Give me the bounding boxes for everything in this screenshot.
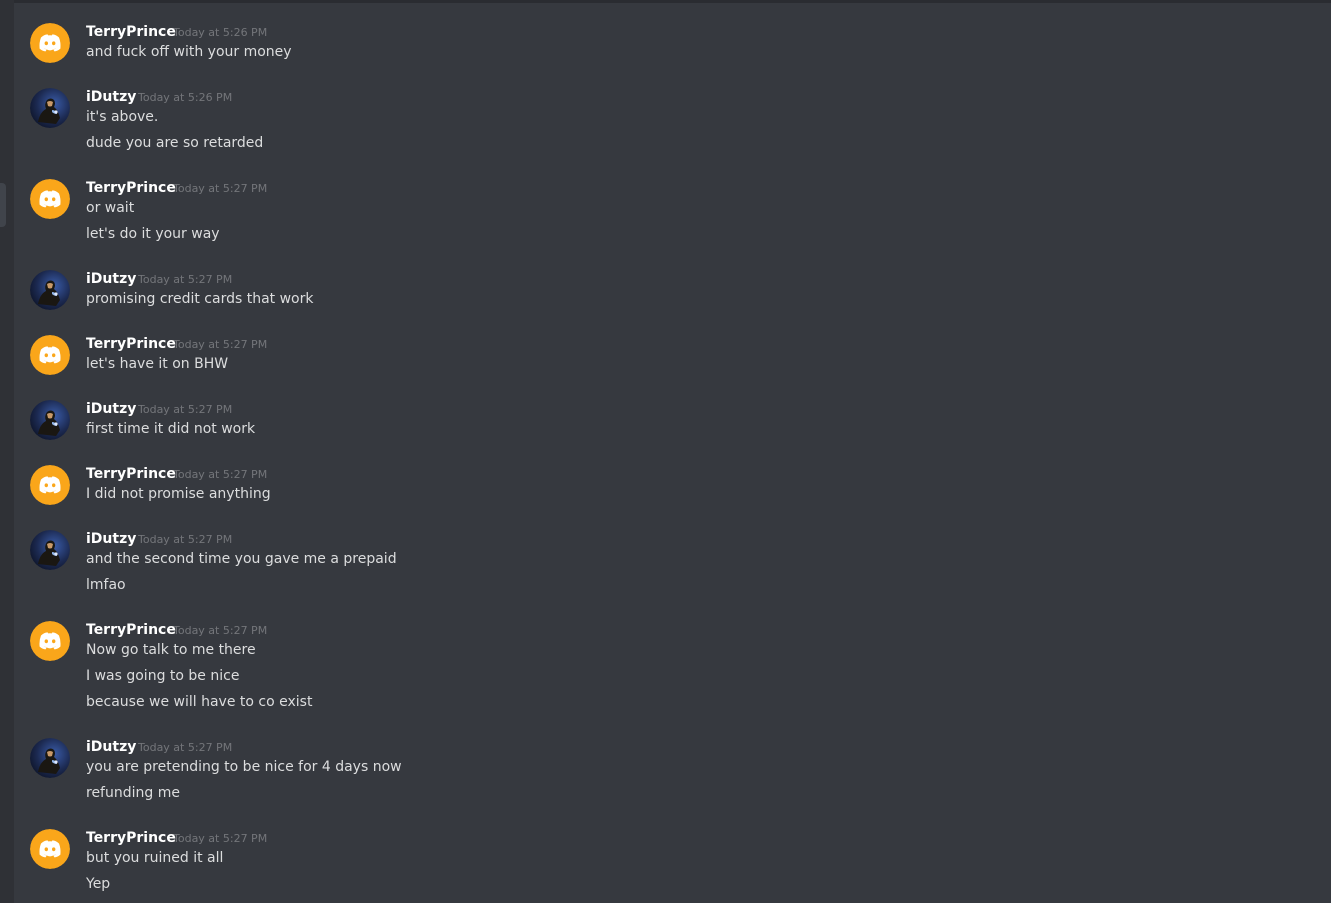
user-avatar-icon[interactable] xyxy=(30,400,70,440)
discord-logo-icon[interactable] xyxy=(30,465,70,505)
message-text: I was going to be nice xyxy=(86,668,240,684)
user-avatar-icon[interactable] xyxy=(30,530,70,570)
message-timestamp: Today at 5:27 PM xyxy=(138,533,233,546)
discord-logo-icon[interactable] xyxy=(30,335,70,375)
message-timestamp: Today at 5:27 PM xyxy=(138,741,233,754)
message-group: iDutzy Today at 5:27 PM and the second tim… xyxy=(14,530,1331,601)
message-timestamp: Today at 5:27 PM xyxy=(173,468,268,481)
server-sidebar xyxy=(0,0,14,903)
message-text: lmfao xyxy=(86,577,126,593)
user-avatar-icon[interactable] xyxy=(30,88,70,128)
message-text: it's above. xyxy=(86,109,159,125)
message-text: and fuck off with your money xyxy=(86,44,292,60)
username[interactable]: TerryPrince xyxy=(86,179,176,197)
message-timestamp: Today at 5:27 PM xyxy=(173,338,268,351)
username[interactable]: TerryPrince xyxy=(86,335,176,353)
message-text: Yep xyxy=(86,876,111,892)
username[interactable]: TerryPrince xyxy=(86,621,176,639)
sidebar-tab-indicator xyxy=(0,183,6,227)
username[interactable]: iDutzy xyxy=(86,270,136,288)
message-group: iDutzy Today at 5:27 PM first time it did … xyxy=(14,400,1331,445)
message-timestamp: Today at 5:26 PM xyxy=(138,91,233,104)
message-group: iDutzy Today at 5:27 PM promising credit c… xyxy=(14,270,1331,315)
username[interactable]: TerryPrince xyxy=(86,465,176,483)
message-text: but you ruined it all xyxy=(86,850,224,866)
message-text: and the second time you gave me a prepai… xyxy=(86,551,397,567)
message-text: Now go talk to me there xyxy=(86,642,256,658)
username[interactable]: TerryPrince xyxy=(86,23,176,41)
message-text: promising credit cards that work xyxy=(86,291,314,307)
message-group: TerryPrince Today at 5:27 PM or wait let's … xyxy=(14,179,1331,250)
username[interactable]: iDutzy xyxy=(86,400,136,418)
message-timestamp: Today at 5:27 PM xyxy=(138,273,233,286)
message-group: iDutzy Today at 5:27 PM you are pretending… xyxy=(14,738,1331,809)
message-timestamp: Today at 5:27 PM xyxy=(138,403,233,416)
message-group: TerryPrince Today at 5:27 PM I did not pro… xyxy=(14,465,1331,510)
username[interactable]: iDutzy xyxy=(86,530,136,548)
message-text: you are pretending to be nice for 4 days… xyxy=(86,759,402,775)
discord-logo-icon[interactable] xyxy=(30,179,70,219)
message-list: TerryPrince Today at 5:26 PM and fuck off … xyxy=(14,0,1331,903)
message-group: iDutzy Today at 5:26 PM it's above. dude yo… xyxy=(14,88,1331,159)
message-group: TerryPrince Today at 5:27 PM Now go talk t… xyxy=(14,621,1331,718)
message-timestamp: Today at 5:26 PM xyxy=(173,26,268,39)
message-group: TerryPrince Today at 5:27 PM but you ruine… xyxy=(14,829,1331,900)
message-text: let's have it on BHW xyxy=(86,356,229,372)
discord-logo-icon[interactable] xyxy=(30,621,70,661)
user-avatar-icon[interactable] xyxy=(30,270,70,310)
message-text: first time it did not work xyxy=(86,421,256,437)
message-group: TerryPrince Today at 5:27 PM let's have it… xyxy=(14,335,1331,380)
message-text: I did not promise anything xyxy=(86,486,271,502)
discord-logo-icon[interactable] xyxy=(30,829,70,869)
user-avatar-icon[interactable] xyxy=(30,738,70,778)
discord-logo-icon[interactable] xyxy=(30,23,70,63)
username[interactable]: iDutzy xyxy=(86,738,136,756)
message-text: because we will have to co exist xyxy=(86,694,313,710)
username[interactable]: iDutzy xyxy=(86,88,136,106)
message-timestamp: Today at 5:27 PM xyxy=(173,624,268,637)
message-text: refunding me xyxy=(86,785,180,801)
message-timestamp: Today at 5:27 PM xyxy=(173,182,268,195)
message-timestamp: Today at 5:27 PM xyxy=(173,832,268,845)
message-group: TerryPrince Today at 5:26 PM and fuck off … xyxy=(14,23,1331,68)
username[interactable]: TerryPrince xyxy=(86,829,176,847)
message-text: or wait xyxy=(86,200,135,216)
message-text: dude you are so retarded xyxy=(86,135,264,151)
message-text: let's do it your way xyxy=(86,226,220,242)
